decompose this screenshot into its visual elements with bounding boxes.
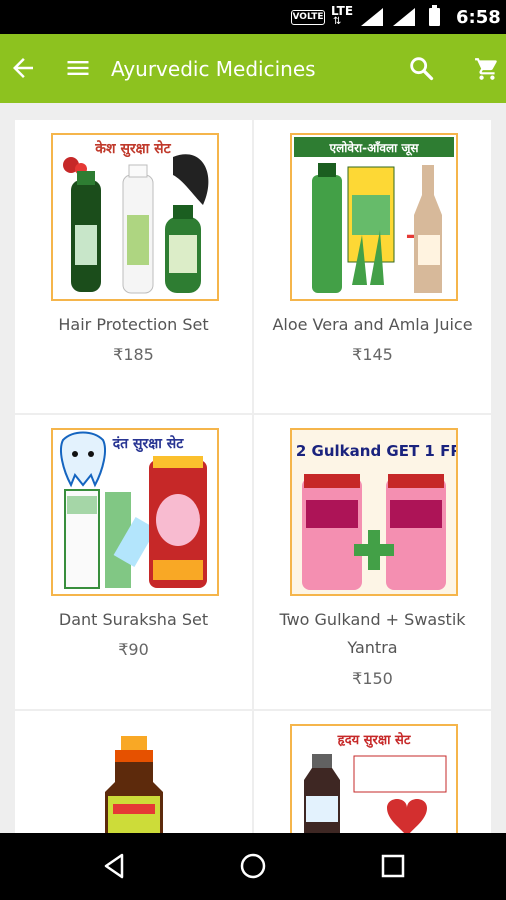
volte-badge: VOLTE — [291, 10, 325, 25]
app-bar: Ayurvedic Medicines — [0, 34, 506, 103]
image-caption: एलोवेरा-आँवला जूस — [329, 141, 420, 156]
cart-icon[interactable] — [474, 56, 500, 82]
data-activity-icon: ⇅ — [333, 16, 342, 27]
product-card-6[interactable]: हृदय सुरक्षा सेट — [254, 711, 491, 833]
product-price: ₹145 — [352, 345, 393, 364]
signal-icon-2 — [393, 8, 415, 26]
battery-icon — [429, 5, 440, 26]
search-icon[interactable] — [407, 54, 435, 82]
page-title: Ayurvedic Medicines — [111, 57, 316, 81]
product-image[interactable] — [51, 724, 219, 833]
nav-recents-icon[interactable] — [378, 851, 408, 881]
product-image[interactable]: Buy 2 Gulkand GET 1 FREE! — [290, 428, 458, 596]
hamburger-menu-icon[interactable] — [64, 54, 92, 82]
product-price: ₹150 — [352, 669, 393, 688]
product-name[interactable]: Two Gulkand + Swastik Yantra — [264, 606, 481, 662]
product-card-dant-suraksha-set[interactable]: दंत सुरक्षा सेट Dant Suraksha Set ₹90 — [15, 415, 252, 709]
nav-back-icon[interactable] — [100, 851, 130, 881]
image-caption: दंत सुरक्षा सेट — [112, 435, 184, 453]
product-name[interactable]: Aloe Vera and Amla Juice — [264, 311, 481, 339]
clock: 6:58 — [456, 7, 501, 28]
product-image[interactable]: दंत सुरक्षा सेट — [51, 428, 219, 596]
product-card-5[interactable] — [15, 711, 252, 833]
image-caption: केश सुरक्षा सेट — [94, 140, 171, 158]
product-image[interactable]: हृदय सुरक्षा सेट — [290, 724, 458, 833]
product-name[interactable]: Dant Suraksha Set — [25, 606, 242, 634]
product-image[interactable]: केश सुरक्षा सेट — [51, 133, 219, 301]
product-card-two-gulkand-swastik-yantra[interactable]: Buy 2 Gulkand GET 1 FREE! Two Gulkand + … — [254, 415, 491, 709]
product-price: ₹90 — [118, 640, 149, 659]
product-price: ₹185 — [113, 345, 154, 364]
product-name[interactable]: Hair Protection Set — [25, 311, 242, 339]
product-image[interactable]: एलोवेरा-आँवला जूस + — [290, 133, 458, 301]
product-card-hair-protection-set[interactable]: केश सुरक्षा सेट Hair Protection Set ₹185 — [15, 120, 252, 413]
product-grid: केश सुरक्षा सेट Hair Protection Set ₹185 — [15, 120, 491, 833]
back-arrow-icon[interactable] — [8, 53, 38, 83]
status-bar: VOLTE LTE ⇅ 6:58 — [0, 0, 506, 34]
image-caption: हृदय सुरक्षा सेट — [337, 732, 411, 748]
signal-icon — [361, 8, 383, 26]
product-card-aloe-vera-amla-juice[interactable]: एलोवेरा-आँवला जूस + Aloe Vera and Amla J… — [254, 120, 491, 413]
system-nav-bar — [0, 833, 506, 900]
nav-home-icon[interactable] — [238, 851, 268, 881]
image-caption: Buy 2 Gulkand GET 1 FREE! — [292, 442, 456, 460]
